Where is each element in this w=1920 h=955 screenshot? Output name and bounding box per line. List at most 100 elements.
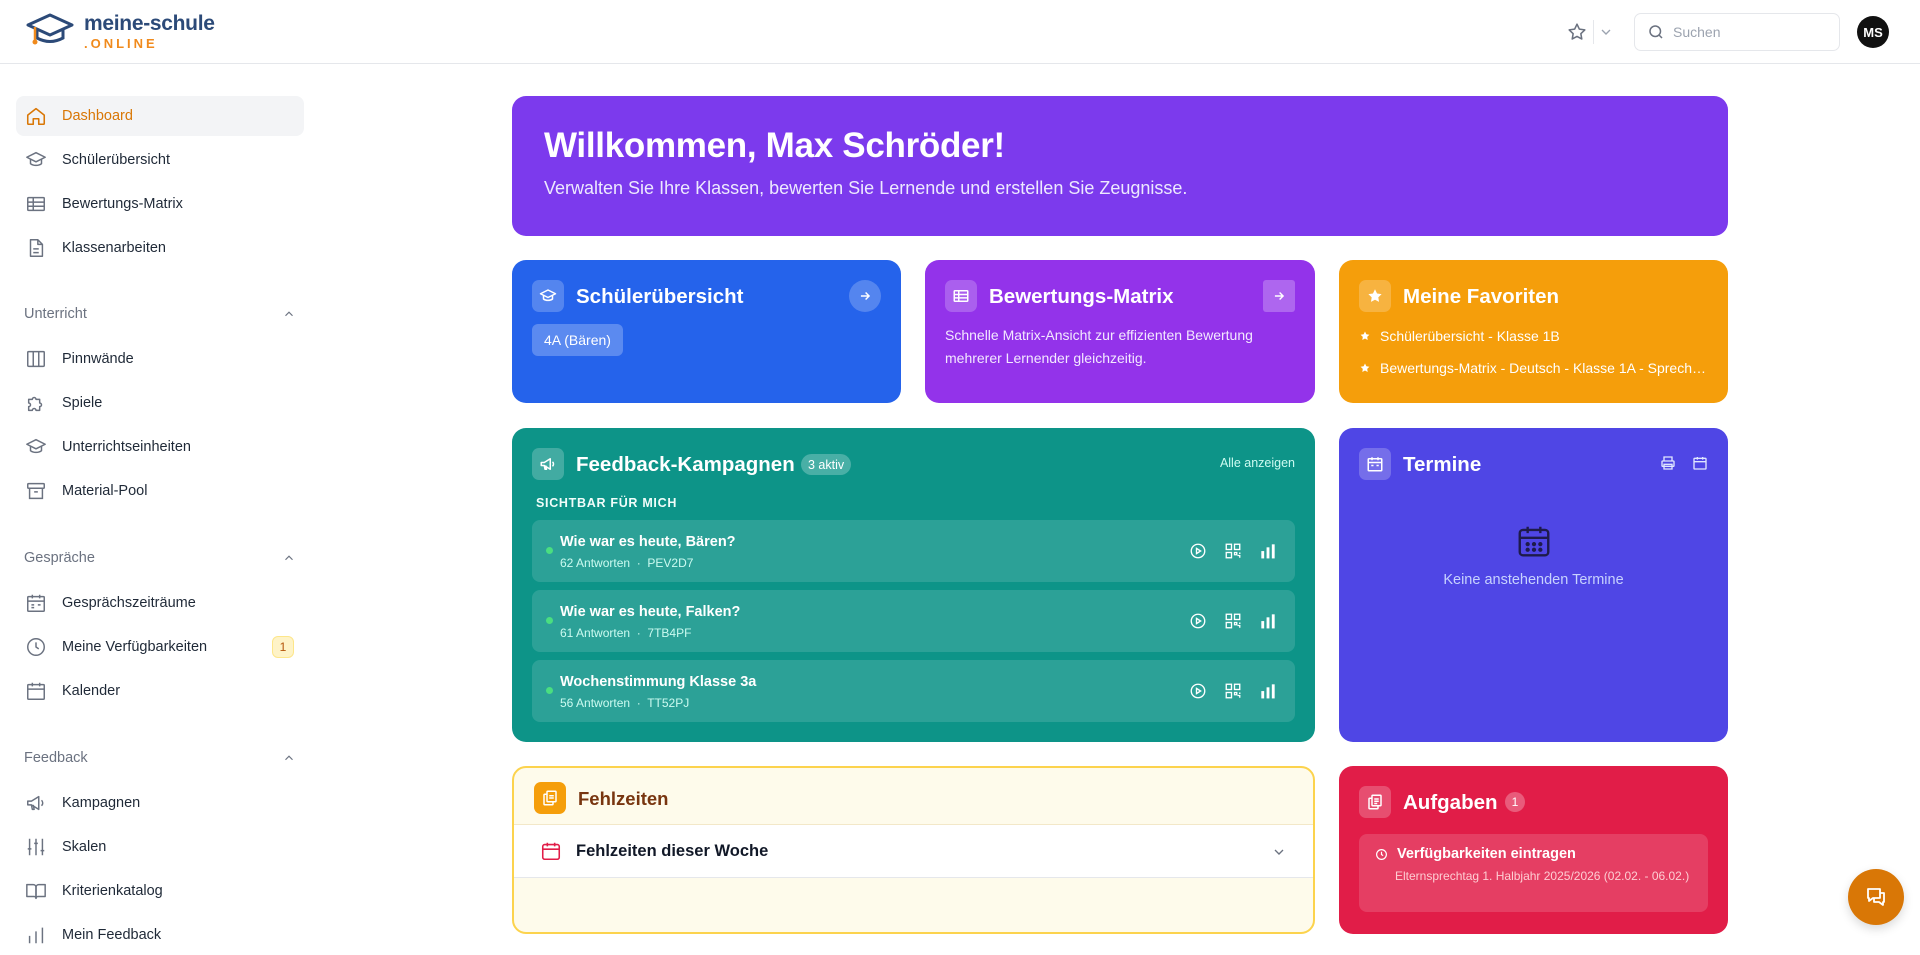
section-header-unterricht[interactable]: Unterricht: [24, 306, 296, 322]
play-icon[interactable]: [1187, 610, 1209, 632]
class-chip[interactable]: 4A (Bären): [532, 324, 623, 356]
play-icon[interactable]: [1187, 540, 1209, 562]
star-icon: [1360, 363, 1370, 372]
printer-icon[interactable]: [1660, 455, 1676, 471]
campaign-meta: 61 Antworten · 7TB4PF: [560, 626, 692, 640]
task-subtitle: Elternsprechtag 1. Halbjahr 2025/2026 (0…: [1395, 869, 1690, 883]
welcome-banner: Willkommen, Max Schröder! Verwalten Sie …: [512, 96, 1728, 236]
divider: [1593, 20, 1594, 44]
sidebar-item-scales[interactable]: Skalen: [16, 827, 304, 867]
bar-chart-icon[interactable]: [1257, 680, 1279, 702]
sidebar-item-students[interactable]: Schülerübersicht: [16, 140, 304, 180]
favorites-dropdown-chevron-icon[interactable]: [1598, 24, 1614, 40]
search-box[interactable]: [1634, 13, 1840, 51]
clock-icon: [1376, 848, 1387, 860]
sidebar-item-label: Pinnwände: [62, 351, 134, 367]
user-avatar[interactable]: MS: [1857, 16, 1889, 48]
chat-icon: [1867, 888, 1885, 906]
qr-code-icon[interactable]: [1222, 540, 1244, 562]
campaign-title: Wie war es heute, Falken?: [560, 604, 741, 620]
top-bar: meine-schule .ONLINE MS: [0, 0, 1920, 64]
columns-icon: [25, 348, 47, 370]
task-item[interactable]: Verfügbarkeiten eintragen Elternsprechta…: [1359, 834, 1708, 912]
archive-icon: [25, 480, 47, 502]
matrix-card[interactable]: Bewertungs-Matrix Schnelle Matrix-Ansich…: [925, 260, 1315, 403]
empty-message: Keine anstehenden Termine: [1443, 572, 1624, 588]
calendar-icon[interactable]: [1692, 455, 1708, 471]
chevron-up-icon: [285, 755, 293, 761]
campaign-row[interactable]: Wie war es heute, Falken? 61 Antworten ·…: [532, 590, 1295, 652]
sidebar-item-label: Spiele: [62, 395, 103, 411]
app-logo[interactable]: meine-schule .ONLINE: [26, 12, 215, 50]
sidebar-item-label: Kampagnen: [62, 795, 141, 811]
star-icon: [1359, 280, 1391, 312]
sidebar-item-conversation-periods[interactable]: Gesprächszeiträume: [16, 583, 304, 623]
bar-chart-icon[interactable]: [1257, 540, 1279, 562]
favorite-link[interactable]: Schülerübersicht - Klasse 1B: [1359, 328, 1709, 344]
accordion-title: Fehlzeiten dieser Woche: [576, 841, 769, 860]
sidebar-item-label: Bewertungs-Matrix: [62, 196, 183, 212]
campaign-row[interactable]: Wie war es heute, Bären? 62 Antworten · …: [532, 520, 1295, 582]
sidebar-item-label: Schülerübersicht: [62, 152, 170, 168]
sidebar-item-matrix[interactable]: Bewertungs-Matrix: [16, 184, 304, 224]
campaign-code: 7TB4PF: [647, 626, 692, 640]
campaign-row[interactable]: Wochenstimmung Klasse 3a 56 Antworten · …: [532, 660, 1295, 722]
section-title: Unterricht: [24, 306, 87, 322]
favorite-label: Schülerübersicht - Klasse 1B: [1380, 328, 1560, 344]
favorites-card: Meine Favoriten Schülerübersicht - Klass…: [1339, 260, 1728, 403]
sidebar-item-material-pool[interactable]: Material-Pool: [16, 471, 304, 511]
play-icon[interactable]: [1187, 680, 1209, 702]
section-header-feedback[interactable]: Feedback: [24, 750, 296, 766]
welcome-subtitle: Verwalten Sie Ihre Klassen, bewerten Sie…: [544, 178, 1188, 198]
appointments-card: Termine Keine anstehenden Termine: [1339, 428, 1728, 742]
section-header-gespraeche[interactable]: Gespräche: [24, 550, 296, 566]
card-title: Termine: [1403, 453, 1482, 476]
show-all-link[interactable]: Alle anzeigen: [1220, 456, 1295, 470]
graduation-cap-icon: [25, 149, 47, 171]
sidebar-item-label: Kriterienkatalog: [62, 883, 163, 899]
sidebar-item-criteria[interactable]: Kriterienkatalog: [16, 871, 304, 911]
sidebar-item-calendar[interactable]: Kalender: [16, 671, 304, 711]
students-card[interactable]: Schülerübersicht 4A (Bären): [512, 260, 901, 403]
calendar-icon: [25, 680, 47, 702]
arrow-right-icon[interactable]: [1263, 280, 1295, 312]
star-icon: [1360, 331, 1370, 340]
section-label: SICHTBAR FÜR MICH: [536, 496, 678, 510]
bar-chart-icon[interactable]: [1257, 610, 1279, 632]
sidebar-item-my-feedback[interactable]: Mein Feedback: [16, 915, 304, 955]
chat-button[interactable]: [1848, 869, 1904, 925]
graduation-cap-icon: [25, 436, 47, 458]
calendar-icon: [541, 842, 561, 861]
file-icon: [25, 237, 47, 259]
favorite-link[interactable]: Bewertungs-Matrix - Deutsch - Klasse 1A …: [1359, 360, 1709, 376]
sidebar-item-boards[interactable]: Pinnwände: [16, 339, 304, 379]
chevron-up-icon: [285, 555, 293, 561]
campaign-meta: 62 Antworten · PEV2D7: [560, 556, 694, 570]
graduation-cap-icon: [532, 280, 564, 312]
sidebar-item-label: Skalen: [62, 839, 107, 855]
campaign-answers: 62 Antworten: [560, 556, 631, 570]
sidebar-item-availabilities[interactable]: Meine Verfügbarkeiten 1: [16, 627, 304, 667]
search-input[interactable]: [1673, 24, 1823, 40]
copy-icon: [534, 782, 566, 814]
favorite-star-button[interactable]: [1566, 21, 1588, 43]
absences-card: Fehlzeiten Fehlzeiten dieser Woche: [512, 766, 1315, 934]
sidebar-item-label: Unterrichtseinheiten: [62, 439, 191, 455]
sidebar-item-campaigns[interactable]: Kampagnen: [16, 783, 304, 823]
clipboard-icon: [1359, 786, 1391, 818]
campaign-code: TT52PJ: [647, 696, 690, 710]
sidebar-item-games[interactable]: Spiele: [16, 383, 304, 423]
sidebar-item-exams[interactable]: Klassenarbeiten: [16, 228, 304, 268]
qr-code-icon[interactable]: [1222, 680, 1244, 702]
campaign-answers: 61 Antworten: [560, 626, 631, 640]
absences-week-accordion[interactable]: Fehlzeiten dieser Woche: [514, 824, 1313, 878]
sidebar-item-label: Gesprächszeiträume: [62, 595, 196, 611]
tasks-card: Aufgaben 1 Verfügbarkeiten eintragen Elt…: [1339, 766, 1728, 934]
campaign-title: Wie war es heute, Bären?: [560, 534, 736, 550]
qr-code-icon[interactable]: [1222, 610, 1244, 632]
empty-state: Keine anstehenden Termine: [1339, 522, 1728, 588]
welcome-title: Willkommen, Max Schröder!: [544, 126, 1005, 165]
arrow-right-icon[interactable]: [849, 280, 881, 312]
sidebar-item-units[interactable]: Unterrichtseinheiten: [16, 427, 304, 467]
sidebar-item-dashboard[interactable]: Dashboard: [16, 96, 304, 136]
